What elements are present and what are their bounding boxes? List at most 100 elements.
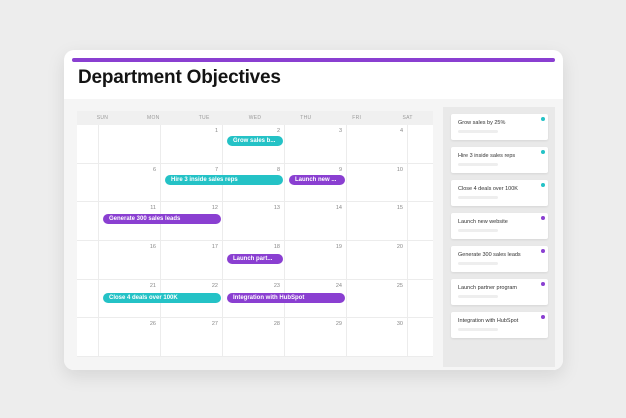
day-number: 17 [211,244,218,250]
day-number: 19 [335,244,342,250]
calendar-day-cell[interactable]: 20 [347,241,408,280]
day-number: 24 [335,282,342,289]
objectives-sidebar: Grow sales by 25% Hire 3 inside sales re… [443,107,555,367]
day-number: 7 [214,166,218,173]
calendar-day-cell[interactable]: 15 [347,202,408,241]
day-number: 27 [211,321,218,328]
event-bar[interactable]: Close 4 deals over 100K [103,293,221,303]
calendar-day-cell[interactable] [408,163,433,203]
day-number: 21 [149,282,156,289]
placeholder-line [458,163,498,166]
day-number: 20 [396,244,403,250]
calendar-day-cell[interactable]: 4 [347,125,408,164]
objective-card[interactable]: Launch new website [451,213,548,239]
status-dot-icon [541,315,545,319]
objective-card[interactable]: Launch partner program [451,279,548,305]
calendar-day-cell[interactable] [408,202,433,241]
day-number: 4 [399,128,403,134]
calendar: SUN MON TUE WED THU FRI SAT 1 2 3 4 6 7 8 9 10 11… [77,111,433,357]
day-number: 26 [149,321,156,328]
event-bar[interactable]: Launch new ... [289,175,345,185]
placeholder-line [458,262,498,265]
status-dot-icon [541,249,545,253]
calendar-day-cell[interactable]: 13 [223,202,285,241]
objective-label: Hire 3 inside sales reps [458,153,516,159]
status-dot-icon [541,150,545,154]
calendar-day-cell[interactable]: 19 [285,241,347,280]
calendar-day-cell[interactable]: 27 [161,318,223,357]
calendar-day-cell[interactable] [408,279,433,319]
objectives-window: Department Objectives SUN MON TUE WED TH… [64,50,563,370]
day-number: 11 [150,205,156,212]
placeholder-line [458,196,498,199]
status-dot-icon [541,216,545,220]
calendar-day-cell[interactable] [408,241,433,280]
day-number: 22 [211,282,218,289]
day-number: 28 [273,321,280,328]
calendar-day-cell[interactable]: 6 [99,163,161,203]
calendar-day-cell[interactable]: 25 [347,279,408,319]
day-number: 30 [396,321,403,328]
calendar-day-cell[interactable] [77,241,99,280]
objective-card[interactable]: Close 4 deals over 100K [451,180,548,206]
calendar-day-cell[interactable] [77,202,99,241]
calendar-day-cell[interactable]: 29 [285,318,347,357]
calendar-day-cell[interactable] [77,318,99,357]
calendar-day-cell[interactable]: 3 [285,125,347,164]
calendar-day-cell[interactable]: 17 [161,241,223,280]
weekday-wed: WED [248,115,262,121]
day-number: 12 [211,205,218,212]
day-number: 23 [273,282,280,289]
objective-card[interactable]: Generate 300 sales leads [451,246,548,272]
event-bar[interactable]: Hire 3 inside sales reps [165,175,283,185]
placeholder-line [458,130,498,133]
calendar-day-cell[interactable] [77,279,99,319]
calendar-day-cell[interactable]: 14 [285,202,347,241]
day-number: 10 [396,166,403,173]
day-number: 13 [273,205,280,212]
weekday-mon: MON [147,115,160,121]
calendar-day-cell[interactable]: 30 [347,318,408,357]
event-bar[interactable]: Integration with HubSpot [227,293,345,303]
day-number: 14 [335,205,342,212]
calendar-day-cell[interactable] [77,163,99,203]
page-title: Department Objectives [78,67,281,88]
day-number: 2 [276,128,280,134]
calendar-day-cell[interactable] [408,125,433,164]
objective-card[interactable]: Grow sales by 25% [451,114,548,140]
day-number: 6 [152,166,156,173]
day-number: 9 [338,166,342,173]
day-number: 16 [149,244,156,250]
weekday-thu: THU [300,115,312,121]
objective-card[interactable]: Hire 3 inside sales reps [451,147,548,173]
calendar-day-cell[interactable]: 28 [223,318,285,357]
event-bar[interactable]: Grow sales b... [227,136,283,146]
calendar-header: SUN MON TUE WED THU FRI SAT [77,111,433,125]
day-number: 18 [273,244,280,250]
weekday-sun: SUN [96,115,109,121]
objective-label: Launch partner program [458,285,518,291]
content-area: SUN MON TUE WED THU FRI SAT 1 2 3 4 6 7 8 9 10 11… [64,99,563,370]
placeholder-line [458,295,498,298]
objective-card[interactable]: Integration with HubSpot [451,312,548,338]
event-bar[interactable]: Launch part... [227,254,283,264]
day-number: 25 [396,282,403,289]
calendar-day-cell[interactable] [408,318,433,357]
status-dot-icon [541,183,545,187]
calendar-day-cell[interactable] [77,125,99,164]
calendar-day-cell[interactable]: 26 [99,318,161,357]
calendar-day-cell[interactable]: 1 [161,125,223,164]
day-number: 1 [214,128,218,134]
objective-label: Grow sales by 25% [458,120,506,126]
day-number: 29 [335,321,342,328]
placeholder-line [458,229,498,232]
calendar-day-cell[interactable]: 16 [99,241,161,280]
calendar-day-cell[interactable]: 10 [347,163,408,203]
day-number: 3 [338,128,342,134]
objective-label: Integration with HubSpot [458,318,519,324]
status-dot-icon [541,117,545,121]
event-bar[interactable]: Generate 300 sales leads [103,214,221,224]
day-number: 15 [396,205,403,212]
calendar-day-cell[interactable] [99,125,161,164]
objective-label: Generate 300 sales leads [458,252,521,258]
